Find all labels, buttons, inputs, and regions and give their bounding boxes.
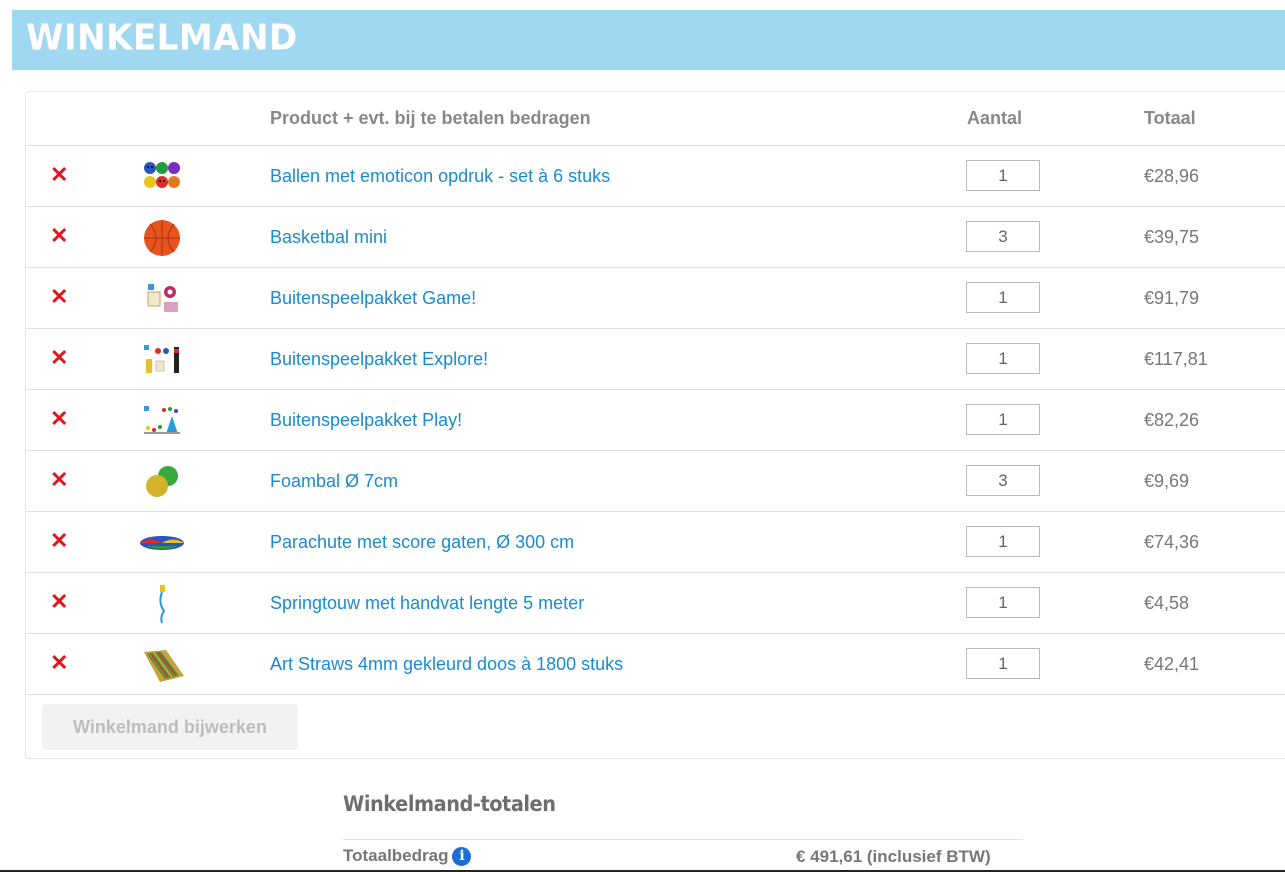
quantity-input[interactable] — [966, 160, 1040, 191]
quantity-input[interactable] — [966, 404, 1040, 435]
line-total: €82,26 — [1144, 410, 1200, 430]
product-link[interactable]: Springtouw met handvat lengte 5 meter — [270, 593, 584, 614]
quantity-input[interactable] — [966, 221, 1040, 252]
line-total: €91,79 — [1144, 288, 1200, 308]
remove-item-icon[interactable]: ✕ — [50, 469, 68, 491]
quantity-input[interactable] — [966, 343, 1040, 374]
quantity-input[interactable] — [966, 465, 1040, 496]
cart-row: ✕ Art Straws 4mm gekleurd doos à 1800 st… — [26, 634, 1285, 695]
cart-row: ✕ Buitenspeelpakket Game! €91,79 — [26, 268, 1285, 329]
column-header-total: Totaal — [1144, 108, 1196, 128]
cart-row: ✕ Ballen met emoticon opdruk - set à 6 s… — [26, 146, 1285, 207]
update-cart-button[interactable]: Winkelmand bijwerken — [42, 704, 298, 750]
page: WINKELMAND Product + evt. bij te betalen… — [0, 0, 1285, 872]
explore-pack-icon — [144, 345, 179, 373]
remove-item-icon[interactable]: ✕ — [50, 408, 68, 430]
quantity-input[interactable] — [966, 587, 1040, 618]
remove-item-icon[interactable]: ✕ — [50, 164, 68, 186]
foam-balls-icon — [146, 466, 178, 497]
line-total: €4,58 — [1144, 593, 1190, 613]
emoticon-balls-icon — [144, 162, 180, 188]
line-total: €9,69 — [1144, 471, 1190, 491]
product-link[interactable]: Buitenspeelpakket Explore! — [270, 349, 488, 370]
cart-row: ✕ Springtouw met handvat lengte 5 meter … — [26, 573, 1285, 634]
product-link[interactable]: Buitenspeelpakket Play! — [270, 410, 462, 431]
cart-totals-title: Winkelmand-totalen — [343, 792, 556, 816]
total-label-text: Totaalbedrag — [343, 846, 449, 865]
basketball-icon — [144, 220, 180, 256]
remove-item-icon[interactable]: ✕ — [50, 530, 68, 552]
column-header-product: Product + evt. bij te betalen bedragen — [270, 108, 591, 128]
column-header-quantity: Aantal — [967, 108, 1023, 128]
cart-row: ✕ Basketbal mini €39,75 — [26, 207, 1285, 268]
quantity-input[interactable] — [966, 648, 1040, 679]
total-label: Totaalbedrag i — [343, 846, 472, 866]
remove-item-icon[interactable]: ✕ — [50, 347, 68, 369]
product-link[interactable]: Foambal Ø 7cm — [270, 471, 398, 492]
line-total: €39,75 — [1144, 227, 1200, 247]
art-straws-icon — [144, 650, 184, 682]
line-total: €28,96 — [1144, 166, 1200, 186]
line-total: €74,36 — [1144, 532, 1200, 552]
product-link[interactable]: Buitenspeelpakket Game! — [270, 288, 476, 309]
product-link[interactable]: Basketbal mini — [270, 227, 387, 248]
table-header: Product + evt. bij te betalen bedragen A… — [26, 92, 1285, 146]
line-total: €42,41 — [1144, 654, 1200, 674]
cart-row: ✕ Buitenspeelpakket Explore! €117,81 — [26, 329, 1285, 390]
totals-row: Totaalbedrag i € 491,61 (inclusief BTW) — [343, 839, 1023, 872]
cart-totals: Winkelmand-totalen Totaalbedrag i € 491,6… — [343, 792, 1023, 866]
quantity-input[interactable] — [966, 282, 1040, 313]
cart-row: ✕ Buitenspeelpakket Play! €82,26 — [26, 390, 1285, 451]
total-amount: € 491,61 (inclusief BTW) — [796, 847, 991, 866]
quantity-input[interactable] — [966, 526, 1040, 557]
remove-item-icon[interactable]: ✕ — [50, 225, 68, 247]
remove-item-icon[interactable]: ✕ — [50, 286, 68, 308]
info-icon[interactable]: i — [452, 847, 472, 866]
product-link[interactable]: Parachute met score gaten, Ø 300 cm — [270, 532, 574, 553]
remove-item-icon[interactable]: ✕ — [50, 591, 68, 613]
product-link[interactable]: Ballen met emoticon opdruk - set à 6 stu… — [270, 166, 610, 187]
remove-item-icon[interactable]: ✕ — [50, 652, 68, 674]
parachute-icon — [140, 536, 184, 550]
game-pack-icon — [147, 284, 178, 312]
cart-row: ✕ Foambal Ø 7cm €9,69 — [26, 451, 1285, 512]
page-title: WINKELMAND — [26, 17, 298, 59]
cart-row: ✕ Parachute met score gaten, Ø 300 cm €7… — [26, 512, 1285, 573]
page-header: WINKELMAND — [12, 10, 1285, 70]
cart-table: Product + evt. bij te betalen bedragen A… — [25, 91, 1285, 759]
product-link[interactable]: Art Straws 4mm gekleurd doos à 1800 stuk… — [270, 654, 623, 675]
jump-rope-icon — [159, 585, 166, 623]
line-total: €117,81 — [1144, 349, 1208, 369]
play-pack-icon — [144, 406, 180, 434]
